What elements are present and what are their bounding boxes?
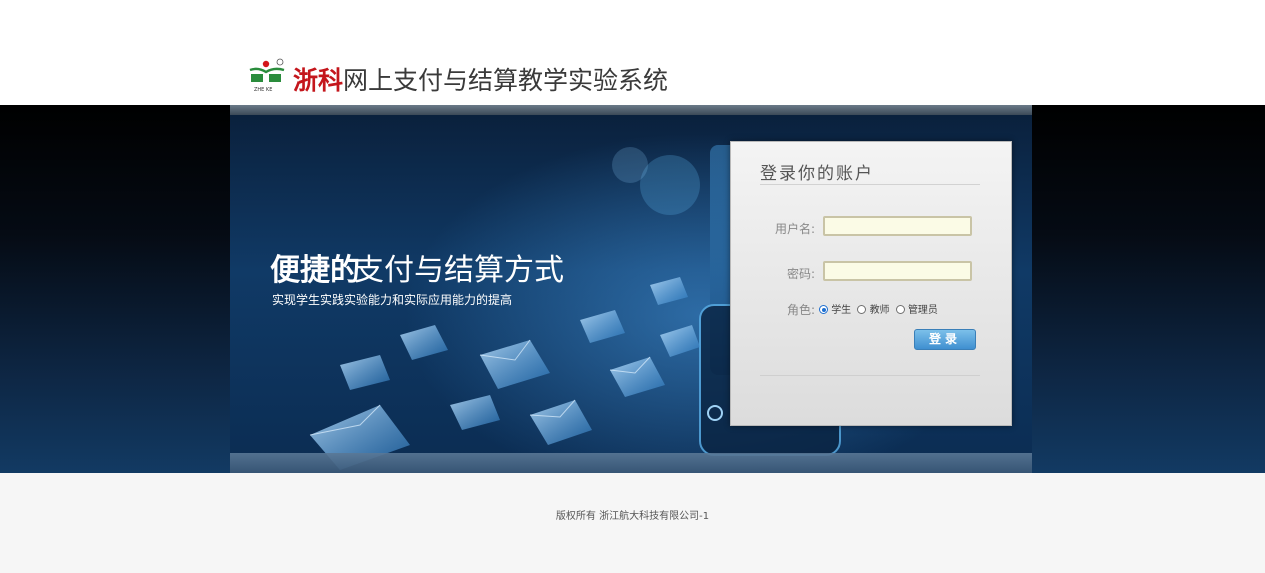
role-radio-teacher[interactable] (857, 305, 867, 314)
panel-divider (760, 375, 980, 376)
slogan-text: 支付与结算方式 (354, 253, 564, 288)
password-label: 密码: (786, 267, 815, 281)
heading-divider (760, 184, 980, 185)
role-label: 角色: (786, 303, 815, 317)
banner-top-bar (230, 105, 1032, 115)
login-heading: 登录你的账户 (760, 164, 874, 184)
slogan-highlight: 便捷的 (270, 253, 360, 288)
brand-name: 浙科 (293, 66, 344, 95)
password-input[interactable] (823, 261, 972, 281)
footer-copyright: 版权所有 浙江航大科技有限公司-1 (555, 511, 710, 522)
role-radio-admin[interactable] (895, 305, 905, 314)
banner-bottom-bar (230, 453, 1032, 473)
page-header: ZHE KE 浙科 网上支付与结算教学实验系统 (0, 0, 1265, 105)
company-logo: ZHE KE (249, 58, 285, 93)
role-option-teacher[interactable]: 教师 (857, 305, 890, 316)
role-selector: 学生 教师 管理员 (819, 301, 941, 316)
role-option-admin[interactable]: 管理员 (895, 305, 938, 316)
login-button[interactable]: 登录 (914, 329, 976, 350)
system-title: 网上支付与结算教学实验系统 (343, 66, 669, 95)
slogan-subtitle: 实现学生实践实验能力和实际应用能力的提高 (272, 293, 513, 307)
role-radio-student[interactable] (819, 305, 828, 314)
svg-text:ZHE KE: ZHE KE (254, 87, 272, 93)
username-input[interactable] (823, 216, 972, 236)
username-label: 用户名: (774, 222, 815, 236)
login-panel: 登录你的账户 用户名: 密码: 角色: 学生 教师 管理员 登录 (730, 141, 1012, 426)
role-option-student[interactable]: 学生 (819, 305, 851, 316)
